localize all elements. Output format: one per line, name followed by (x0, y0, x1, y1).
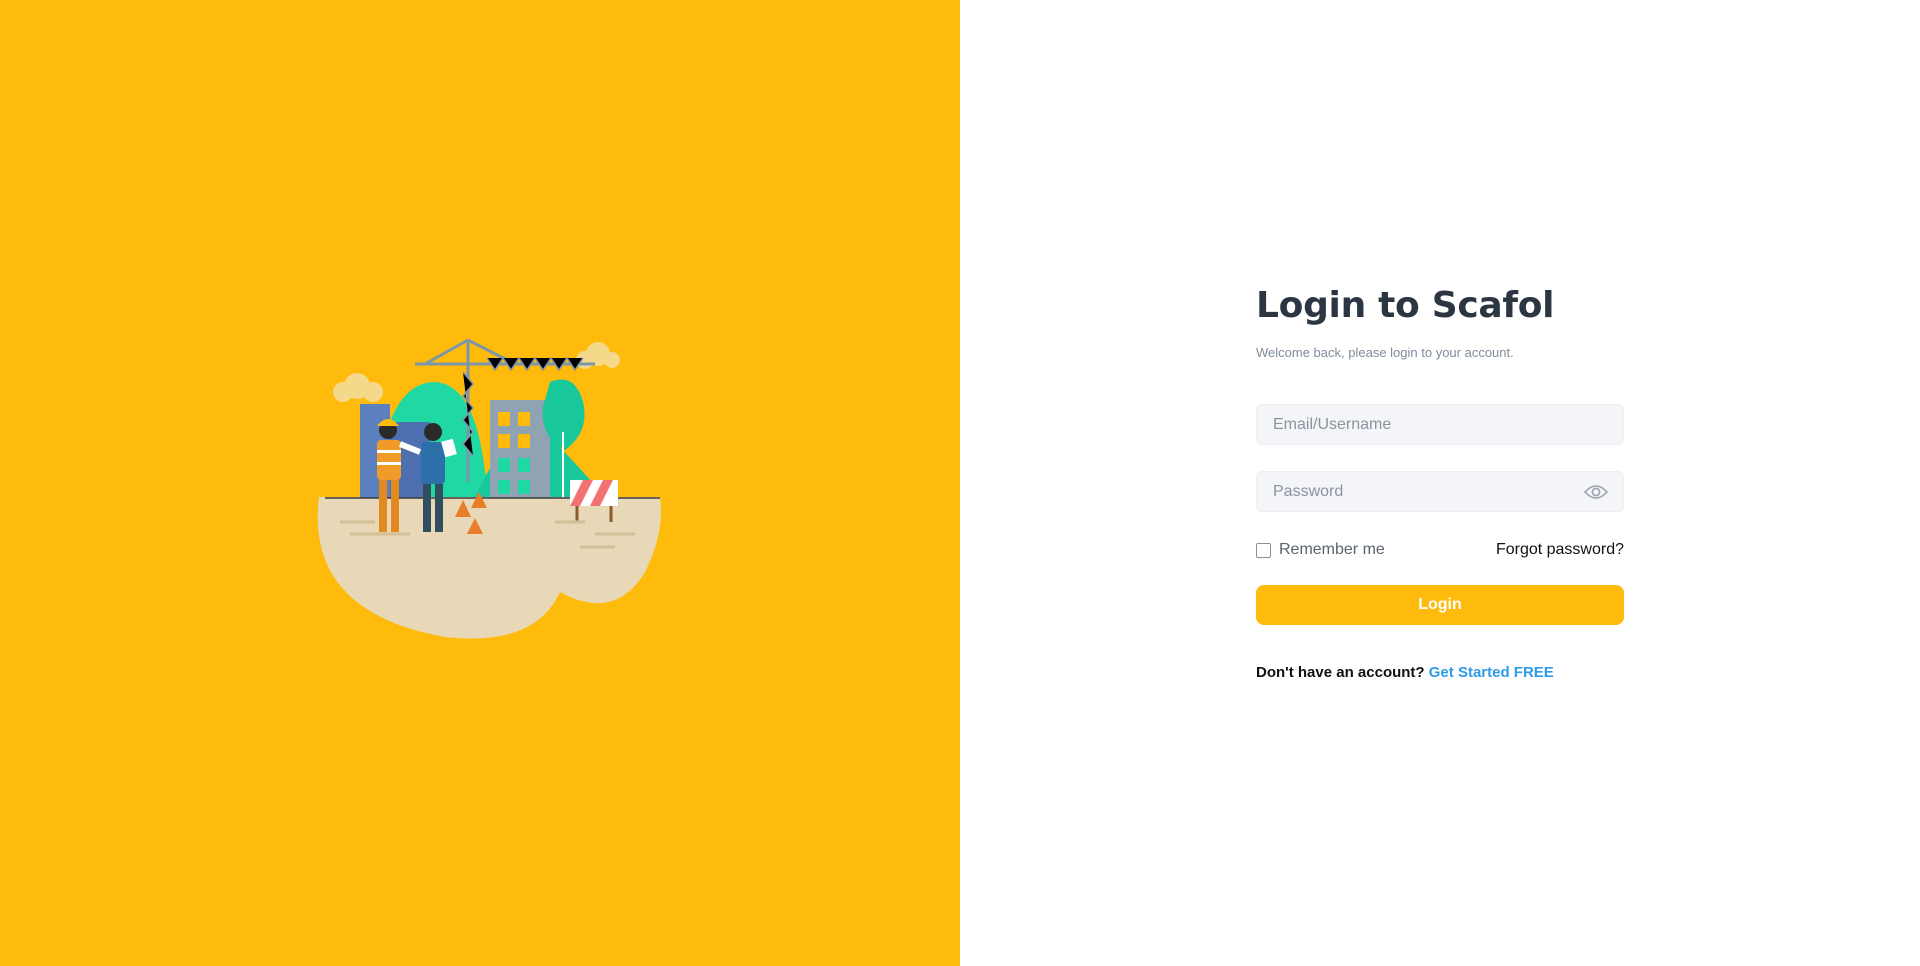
login-form: Login to Scafol Welcome back, please log… (1256, 282, 1624, 681)
password-input[interactable] (1257, 472, 1623, 511)
email-input[interactable] (1257, 405, 1623, 444)
forgot-password-link[interactable]: Forgot password? (1496, 541, 1624, 559)
login-options: Remember me Forgot password? (1256, 538, 1624, 562)
page-title: Login to Scafol (1256, 285, 1555, 326)
email-field (1256, 404, 1624, 445)
remember-me-checkbox[interactable] (1256, 542, 1271, 558)
eye-icon[interactable] (1583, 482, 1609, 502)
illustration-panel (0, 0, 960, 966)
get-started-link[interactable]: Get Started FREE (1429, 664, 1554, 681)
login-panel: Login to Scafol Welcome back, please log… (960, 0, 1920, 966)
signup-prompt: Don't have an account? Get Started FREE (1256, 664, 1554, 681)
login-button[interactable]: Login (1256, 585, 1624, 625)
password-field (1256, 471, 1624, 512)
remember-me-toggle[interactable]: Remember me (1256, 541, 1385, 559)
welcome-subtitle: Welcome back, please login to your accou… (1256, 345, 1514, 360)
login-page: Login to Scafol Welcome back, please log… (0, 0, 1920, 966)
remember-me-label: Remember me (1279, 541, 1385, 558)
construction-site-illustration (317, 338, 661, 639)
signup-prompt-text: Don't have an account? (1256, 664, 1425, 681)
